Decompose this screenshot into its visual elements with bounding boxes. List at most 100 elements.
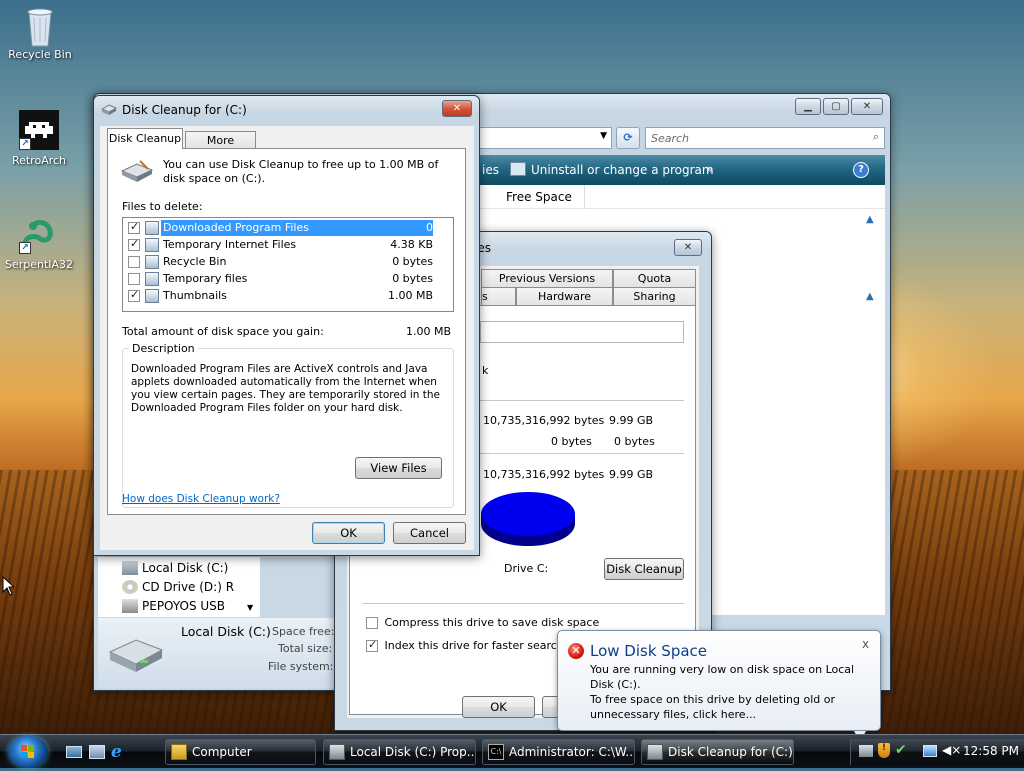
drive-icon [329,744,345,760]
file-checkbox[interactable] [128,220,140,234]
tab-label: Hardware [537,290,592,303]
toolbar-partial-label[interactable]: ies [482,163,499,177]
file-name: Recycle Bin [163,255,227,268]
file-size: 1.00 MB [387,289,433,302]
start-button[interactable] [8,736,48,768]
file-list-row[interactable]: Recycle Bin 0 bytes [125,254,451,271]
collapse-up-icon[interactable]: ▲ [866,214,874,225]
chevron-down-icon[interactable]: ▼ [247,603,253,612]
balloon-action-text[interactable]: To free space on this drive by deleting … [590,692,875,722]
checkmark-icon[interactable]: ✔ [895,742,907,758]
network-icon[interactable] [923,745,937,757]
file-size: 0 bytes [392,272,433,285]
free-space-gb: 0 bytes [614,435,655,448]
disk-cleanup-window[interactable]: Disk Cleanup for (C:) ✕ Disk Cleanup Mor… [93,95,480,556]
help-link[interactable]: How does Disk Cleanup work? [122,493,280,505]
help-icon[interactable]: ? [853,162,869,178]
desktop-icon-label: RetroArch [11,154,67,167]
file-list-row[interactable]: Temporary files 0 bytes [125,271,451,288]
toolbar-more-button[interactable]: » [706,162,713,176]
taskbar-button-disk-cleanup[interactable]: Disk Cleanup for (C:) [641,739,794,765]
desktop-icon-recycle-bin[interactable]: Recycle Bin [0,4,80,61]
used-space-bytes: 10,735,316,992 bytes [483,414,605,427]
search-placeholder: Search [651,132,690,145]
file-checkbox[interactable] [128,237,140,251]
disk-cleanup-button[interactable]: Disk Cleanup [604,558,684,580]
tab-disk-cleanup[interactable]: Disk Cleanup [107,128,183,149]
type-partial-label: k [482,364,489,377]
close-button[interactable]: ✕ [674,239,702,256]
volume-muted-icon[interactable]: ◀× [942,743,961,757]
tab-tools[interactable]: s [481,287,516,305]
tab-previous-versions[interactable]: Previous Versions [481,269,613,287]
file-checkbox[interactable] [128,273,140,285]
nav-item[interactable]: Local Disk (C:) [122,561,228,575]
file-name: Thumbnails [163,289,227,302]
clock[interactable]: 12:58 PM [963,744,1019,758]
tab-hardware[interactable]: Hardware [516,287,613,305]
view-files-button[interactable]: View Files [355,457,442,479]
hard-drive-icon [106,632,164,676]
tab-more-options[interactable]: More Options [185,131,256,164]
column-free-space[interactable]: Free Space [506,190,572,204]
search-input[interactable]: Search ⌕ [645,127,885,149]
nav-item[interactable]: PEPOYOS USB [122,599,225,613]
file-checkbox[interactable] [128,256,140,268]
taskbar-button-computer[interactable]: Computer [165,739,316,765]
cancel-button[interactable]: Cancel [393,522,466,544]
file-size: 4.38 KB [390,238,433,251]
index-checkbox[interactable]: Index this drive for faster searching [366,638,581,652]
column-divider [584,185,585,209]
total-label: Total amount of disk space you gain: [122,325,324,338]
files-list[interactable]: Downloaded Program Files0 bytesTemporary… [122,217,454,312]
tab-sharing[interactable]: Sharing [613,287,696,305]
file-category-icon [145,255,159,269]
drive-icon [122,561,138,575]
file-list-row[interactable]: Downloaded Program Files0 bytes [125,220,451,250]
low-disk-space-balloon[interactable]: ✕ Low Disk Space x You are running very … [557,630,881,741]
desktop-icon-label: SerpentIA32 [4,258,74,271]
tab-quota[interactable]: Quota [613,269,696,287]
drive-label-input[interactable] [480,321,684,343]
maximize-button[interactable]: ▢ [823,98,849,115]
taskbar-button-command-prompt[interactable]: C:\ Administrator: C:\W... [482,739,635,765]
compress-checkbox[interactable]: Compress this drive to save disk space [366,616,599,629]
close-button[interactable]: ✕ [851,98,883,115]
checkbox-box[interactable] [366,638,378,652]
desktop-icon-retroarch[interactable]: ↗ RetroArch [0,110,79,167]
switch-windows-icon[interactable] [89,745,105,759]
serpent-icon: ↗ [19,214,59,254]
low-disk-tray-icon[interactable] [859,745,873,757]
intro-text: You can use Disk Cleanup to free up to 1… [163,158,439,185]
balloon-close-button[interactable]: x [862,637,869,651]
retroarch-icon: ↗ [19,110,59,150]
address-bar[interactable]: ▼ [480,127,612,149]
checkbox-box[interactable] [366,617,378,629]
taskbar-button-local-disk-properties[interactable]: Local Disk (C:) Prop... [323,739,476,765]
internet-explorer-icon[interactable]: e [111,742,122,762]
security-shield-icon[interactable]: ! [878,743,890,758]
show-desktop-icon[interactable] [66,746,82,758]
refresh-icon[interactable]: ⟳ [616,127,640,149]
ok-button[interactable]: OK [312,522,385,544]
close-button[interactable]: ✕ [442,100,472,117]
details-total-size-label: Total size: [278,642,333,655]
file-name: Downloaded Program Files [161,220,397,236]
collapse-up-icon[interactable]: ▲ [866,291,874,302]
uninstall-program-button[interactable]: Uninstall or change a program [531,163,714,177]
file-checkbox[interactable] [128,288,140,302]
minimize-button[interactable]: ▁ [795,98,821,115]
capacity-bytes: 10,735,316,992 bytes [483,468,605,481]
tab-label: Disk Cleanup [108,132,182,145]
file-list-row[interactable]: Temporary Internet Files 4.38 KB [125,237,451,254]
file-name: Temporary files [163,272,248,285]
ok-button[interactable]: OK [462,696,535,718]
index-label: Index this drive for faster searching [384,639,581,652]
nav-item[interactable]: CD Drive (D:) R [122,580,234,594]
title-bar[interactable]: Disk Cleanup for (C:) ✕ [94,96,479,124]
chevron-down-icon[interactable]: ▼ [600,131,607,141]
file-list-row[interactable]: Thumbnails 1.00 MB [125,288,451,305]
tab-label: Sharing [633,290,676,303]
desktop-icon-serpentia32[interactable]: ↗ SerpentIA32 [0,214,79,271]
command-bar: ies Uninstall or change a program » ? [480,155,885,185]
